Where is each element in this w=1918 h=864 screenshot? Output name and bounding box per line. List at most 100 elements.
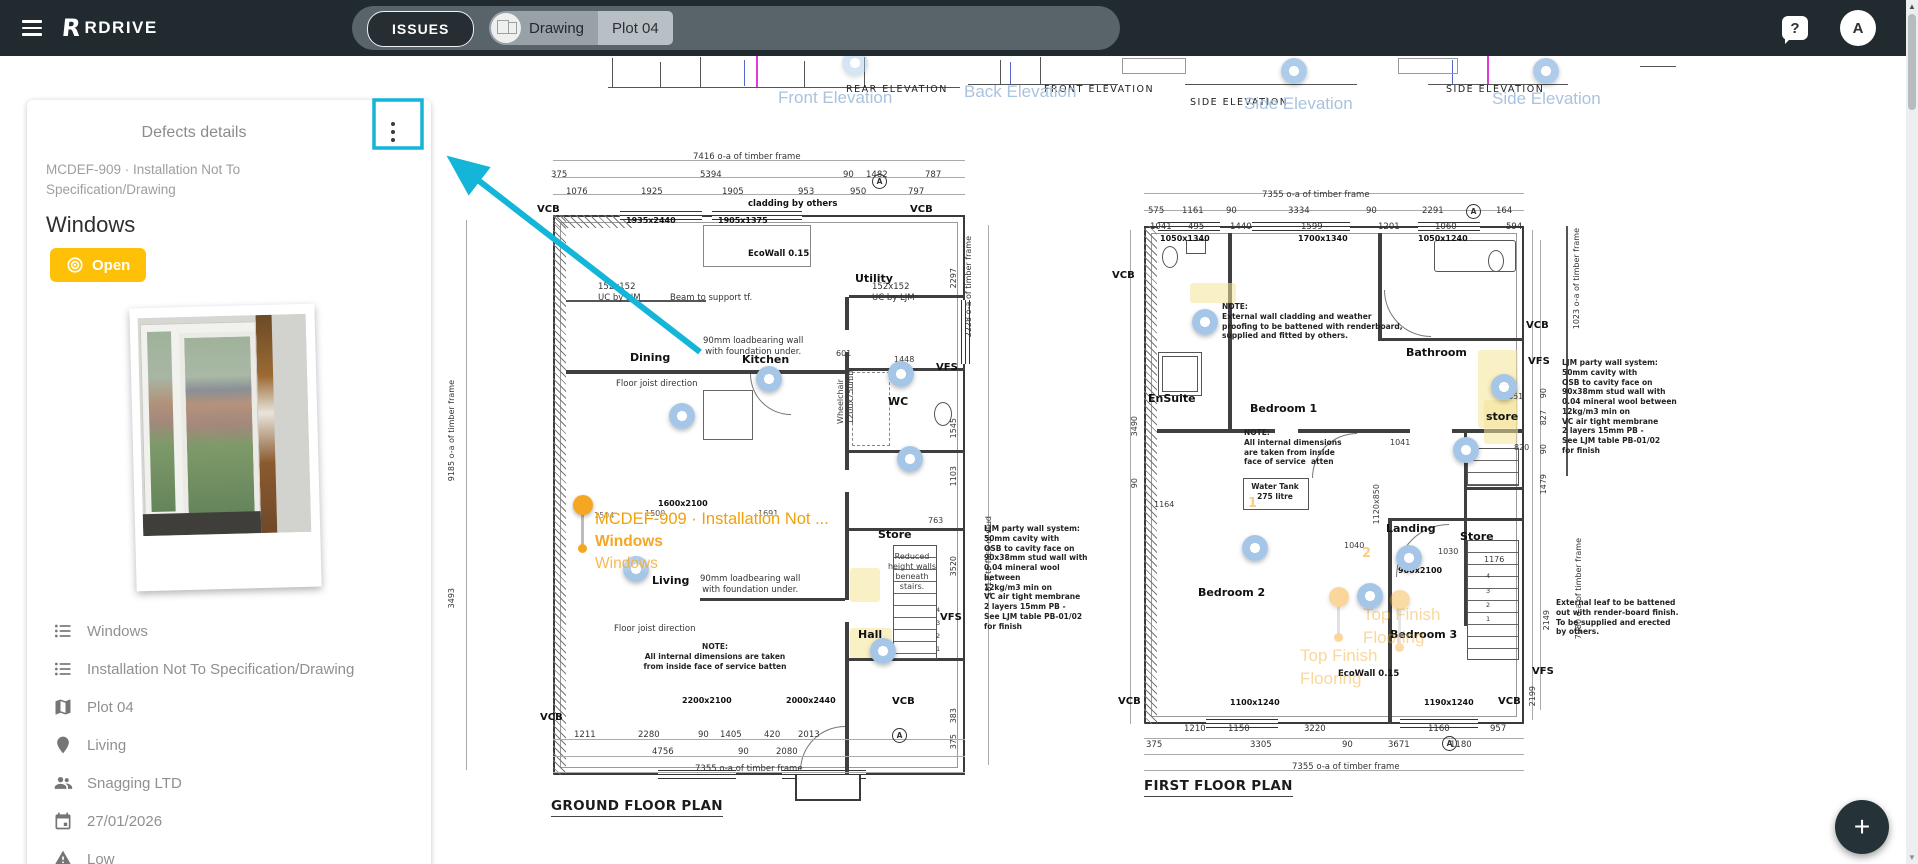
defect-callout-subtitle: Windows bbox=[595, 555, 658, 572]
help-button[interactable]: ? bbox=[1782, 16, 1808, 44]
highlight-patch bbox=[850, 568, 880, 602]
cad-label: 787 bbox=[925, 170, 942, 180]
cad-label: 90 bbox=[698, 730, 709, 740]
cad-label: LJM party wall system: 50mm cavity with … bbox=[984, 524, 1088, 631]
cad-label: 3490 bbox=[1130, 416, 1139, 437]
cad-label: Living bbox=[652, 574, 690, 587]
elevation-overlay-label[interactable]: Side Elevation bbox=[1244, 94, 1353, 114]
app-logo: R RDRIVE bbox=[60, 0, 158, 56]
highlight-patch bbox=[1190, 283, 1236, 303]
menu-icon[interactable] bbox=[14, 10, 50, 46]
cad-label: 375 bbox=[949, 734, 958, 750]
cad-label: 90 bbox=[1539, 444, 1548, 455]
status-open-button[interactable]: Open bbox=[50, 248, 147, 282]
elevation-line bbox=[1000, 60, 1001, 84]
dim-line bbox=[553, 756, 965, 757]
kebab-dot bbox=[390, 137, 396, 143]
meta-label: Living bbox=[87, 736, 127, 754]
cad-label: VFS bbox=[940, 612, 962, 623]
add-defect-button[interactable]: + bbox=[1835, 800, 1889, 854]
cad-label: 90 bbox=[738, 747, 749, 757]
cad-label: 1545 bbox=[949, 418, 958, 439]
logo-r-icon: R bbox=[60, 14, 80, 42]
dim-line bbox=[1144, 754, 1524, 755]
cad-label: LJM party wall system: 50mm cavity with … bbox=[1562, 358, 1677, 455]
meta-row-type: Installation Not To Specification/Drawin… bbox=[53, 650, 415, 688]
defect-marker-icon[interactable] bbox=[1281, 58, 1307, 84]
elevation-overlay-label[interactable]: Side Elevation bbox=[1492, 89, 1601, 109]
drawing-tab-group: Drawing Plot 04 bbox=[489, 11, 673, 45]
dim-line bbox=[988, 225, 989, 765]
page-scrollbar[interactable]: ▲ ▼ bbox=[1906, 0, 1918, 864]
selected-defect-pin-icon[interactable] bbox=[573, 495, 593, 553]
elevation-overlay-label[interactable]: Front Elevation bbox=[778, 88, 892, 108]
tab-drawing[interactable]: Drawing bbox=[489, 11, 599, 45]
defect-marker-icon[interactable] bbox=[1491, 374, 1517, 400]
defect-marker-icon[interactable] bbox=[756, 366, 782, 392]
cad-label: 1150 bbox=[1228, 724, 1250, 734]
defect-marker-icon[interactable] bbox=[1453, 437, 1479, 463]
cad-label: 1176 bbox=[1484, 555, 1505, 564]
door-gap bbox=[845, 470, 849, 492]
issues-button[interactable]: ISSUES bbox=[367, 11, 475, 47]
elevation-overlay-label[interactable]: Back Elevation bbox=[964, 82, 1076, 102]
defect-marker-icon[interactable] bbox=[669, 403, 695, 429]
cad-label: 7355 o-a of timber frame bbox=[695, 764, 803, 774]
cad-label: 1 bbox=[936, 645, 941, 653]
defect-marker-icon[interactable] bbox=[888, 361, 914, 387]
cad-label: Landing bbox=[1386, 522, 1436, 535]
cad-label: 4 bbox=[936, 606, 941, 614]
cad-label: Store bbox=[878, 528, 912, 541]
cad-label: 3493 bbox=[447, 588, 456, 609]
scroll-down-icon[interactable]: ▼ bbox=[1906, 853, 1918, 862]
defect-callout-title: Windows bbox=[595, 533, 663, 550]
cad-label: VCB bbox=[1112, 270, 1135, 281]
selected-defect-pin-icon[interactable] bbox=[1329, 587, 1349, 642]
avatar-initial: A bbox=[1852, 19, 1864, 37]
defect-marker-icon[interactable] bbox=[1533, 58, 1559, 84]
pin-head bbox=[1390, 590, 1410, 610]
pin-head bbox=[573, 495, 593, 515]
cad-label: 3305 bbox=[1250, 740, 1272, 750]
cad-label: 164 bbox=[1496, 206, 1513, 216]
dim-line bbox=[1532, 230, 1533, 720]
cad-label: 2 bbox=[1362, 546, 1372, 561]
meta-row-category: Windows bbox=[53, 612, 415, 650]
cad-label: Bedroom 1 bbox=[1250, 402, 1318, 415]
cad-label: NOTE: External wall cladding and weather… bbox=[1222, 302, 1403, 341]
cad-label: 2 bbox=[936, 632, 941, 640]
defect-marker-icon[interactable] bbox=[1192, 309, 1218, 335]
scrollbar-thumb[interactable] bbox=[1908, 14, 1916, 110]
panel-title: Defects details bbox=[141, 124, 247, 141]
defect-metadata-list: Windows Installation Not To Specificatio… bbox=[53, 612, 415, 864]
defect-callout: MCDEF-909 · Installation Not ... Windows… bbox=[595, 510, 829, 573]
cad-label: Dining bbox=[630, 351, 671, 364]
cad-label: 383 bbox=[949, 708, 958, 724]
selected-defect-pin-icon[interactable] bbox=[1390, 590, 1410, 652]
cad-label: 1041 bbox=[1390, 438, 1411, 447]
defect-marker-icon[interactable] bbox=[1357, 583, 1383, 609]
cad-label: VFS bbox=[1528, 356, 1550, 367]
meta-row-date: 27/01/2026 bbox=[53, 802, 415, 840]
cad-label: VCB bbox=[537, 204, 560, 215]
place-icon bbox=[57, 736, 69, 754]
defect-marker-icon[interactable] bbox=[1396, 545, 1422, 571]
cad-label: 90 bbox=[1226, 206, 1237, 216]
more-options-button[interactable] bbox=[373, 112, 413, 152]
cad-label: 2280 bbox=[638, 730, 660, 740]
app-screen: REAR ELEVATION FRONT ELEVATION SIDE ELEVAT… bbox=[0, 0, 1918, 864]
defect-photo-thumbnail[interactable] bbox=[129, 303, 322, 592]
cad-label: 3 bbox=[936, 619, 941, 627]
cad-label: Floor joist direction bbox=[616, 379, 698, 389]
defect-marker-icon[interactable] bbox=[897, 446, 923, 472]
scroll-up-icon[interactable]: ▲ bbox=[1906, 2, 1918, 11]
meta-row-company: Snagging LTD bbox=[53, 764, 415, 802]
ground-left-wall-hatch bbox=[553, 215, 566, 775]
meta-label: Windows bbox=[87, 622, 148, 640]
defect-marker-icon[interactable] bbox=[870, 638, 896, 664]
cad-label: 1100x1240 bbox=[1230, 698, 1280, 707]
defect-marker-icon[interactable] bbox=[1242, 535, 1268, 561]
cad-label: 953 bbox=[798, 187, 815, 197]
user-avatar[interactable]: A bbox=[1840, 10, 1876, 46]
tab-plot-04[interactable]: Plot 04 bbox=[598, 11, 673, 45]
